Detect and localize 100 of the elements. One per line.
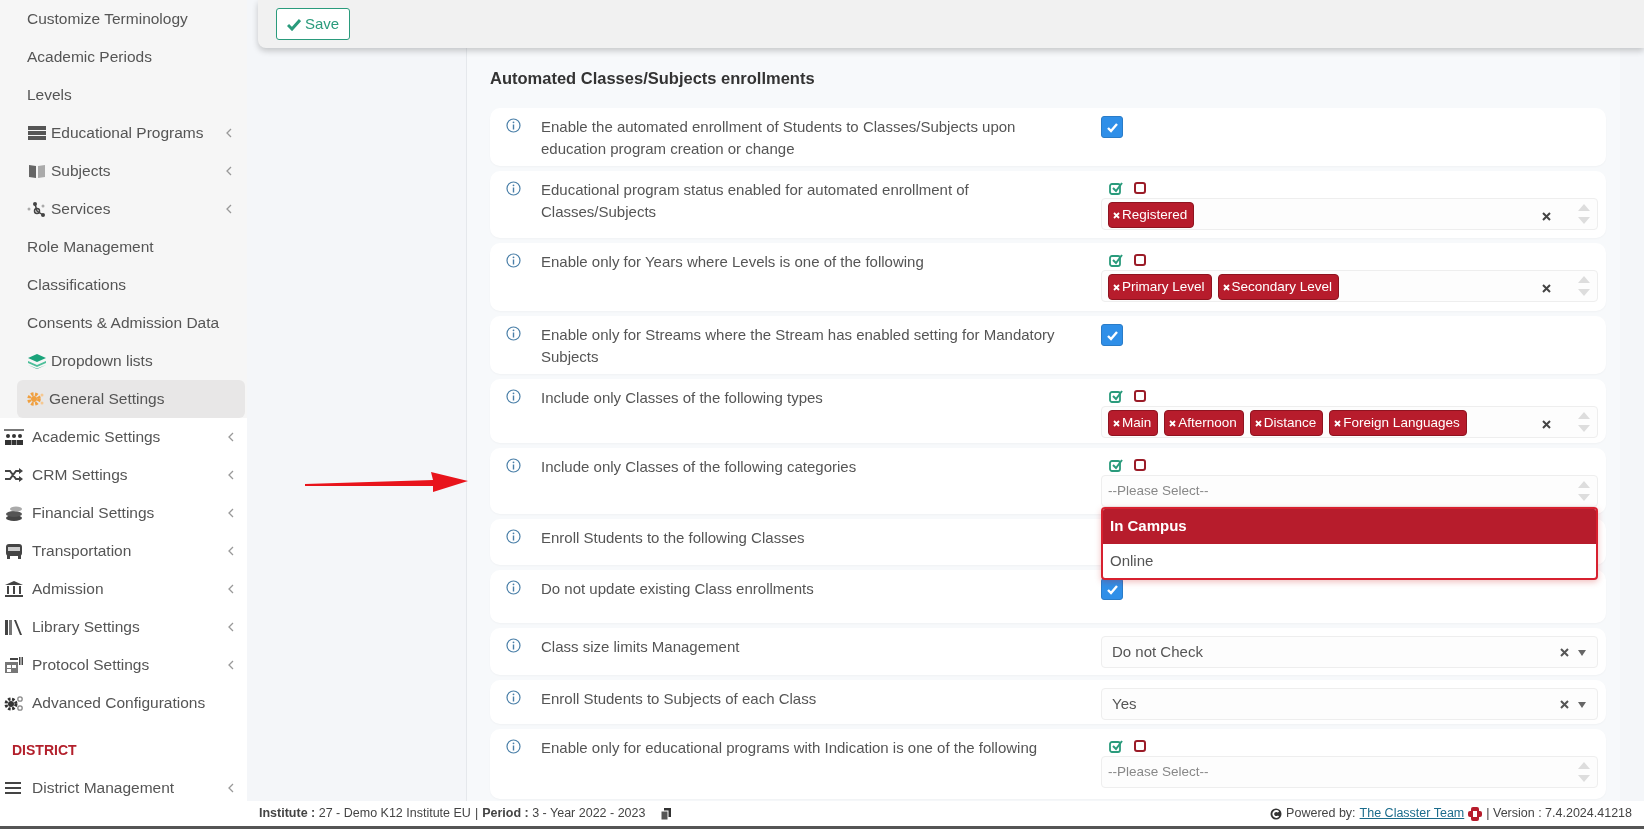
sidebar-item[interactable]: Admission [0,570,247,608]
tag[interactable]: Main [1108,410,1159,437]
info-icon[interactable] [506,253,521,268]
calendar-icon [4,657,24,673]
sidebar-item[interactable]: CRM Settings [0,456,247,494]
info-icon[interactable] [506,580,521,595]
tag[interactable]: Distance [1249,410,1324,437]
deselect-all-icon[interactable] [1133,458,1147,472]
institute-info: Institute : 27 - Demo K12 Institute EU [259,805,471,823]
bank-icon [4,581,24,597]
select-field[interactable]: Yes [1101,688,1598,720]
info-icon[interactable] [506,389,521,404]
info-icon[interactable] [506,739,521,754]
caret-icon[interactable] [1577,699,1587,709]
checkbox[interactable] [1101,116,1123,138]
multi-select-field[interactable]: --Please Select-- [1101,475,1598,507]
sidebar-item[interactable]: Services [0,190,245,228]
remove-icon[interactable] [1334,419,1342,427]
sidebar-item[interactable]: Educational Programs [0,114,245,152]
select-field[interactable]: Do not Check [1101,636,1598,668]
setting-label: Enroll Students to Subjects of each Class [541,689,817,709]
clear-icon[interactable] [1542,420,1551,429]
sidebar-item[interactable]: Levels [0,76,245,114]
sidebar-item[interactable]: District Management [0,769,247,807]
team-link[interactable]: The Classter Team [1359,804,1465,823]
coins-icon [4,505,24,521]
remove-icon[interactable] [1113,283,1120,291]
people-icon [4,429,24,445]
deselect-all-icon[interactable] [1133,739,1147,753]
select-all-icon[interactable] [1109,389,1123,403]
tag[interactable]: Primary Level [1108,274,1212,301]
info-icon[interactable] [506,638,521,653]
tag[interactable]: Afternoon [1164,410,1244,437]
sidebar-item[interactable]: General Settings [17,380,245,418]
sidebar-item[interactable]: Subjects [0,152,245,190]
clear-icon[interactable] [1560,647,1569,657]
sidebar-item[interactable]: Dropdown lists [0,342,245,380]
sidebar-item[interactable]: Academic Settings [0,418,247,456]
copyright-icon [1270,807,1283,820]
remove-icon[interactable] [1169,419,1177,427]
setting-label: Enable only for Years where Levels is one of the following [541,252,924,272]
info-icon[interactable] [506,181,521,196]
dropdown-option[interactable]: Online [1103,543,1596,578]
tag[interactable]: Foreign Languages [1329,410,1467,437]
multi-select-field[interactable]: Main Afternoon Distance Foreign Languages [1101,406,1598,438]
server-icon [27,125,47,141]
caret-icon[interactable] [1577,647,1587,657]
select-all-icon[interactable] [1109,253,1123,267]
remove-icon[interactable] [1113,211,1120,219]
remove-icon[interactable] [1222,283,1230,291]
deselect-all-icon[interactable] [1133,253,1147,267]
logo-icon [1468,806,1483,821]
multi-select-field[interactable]: Primary Level Secondary Level [1101,270,1598,302]
dropdown-option[interactable]: In Campus [1103,509,1596,544]
select-all-icon[interactable] [1109,458,1123,472]
deselect-all-icon[interactable] [1133,389,1147,403]
powered-by-text: Powered by: [1286,805,1356,823]
setting-label: Enable only for educational programs with Indication is one of the following [541,738,1038,758]
sidebar-item[interactable]: Protocol Settings [0,646,247,684]
clear-icon[interactable] [1542,284,1551,293]
sidebar-item[interactable]: Academic Periods [0,38,245,76]
sidebar-item[interactable]: Library Settings [0,608,247,646]
sidebar-item[interactable]: Customize Terminology [0,0,245,38]
info-icon[interactable] [506,326,521,341]
menu-icon [4,780,24,796]
clear-icon[interactable] [1560,699,1569,709]
info-icon[interactable] [506,118,521,133]
info-icon[interactable] [506,458,521,473]
checkbox[interactable] [1101,578,1123,600]
layers-icon [27,353,47,369]
check-icon [1105,583,1119,595]
check-icon [287,17,301,31]
multi-select-field[interactable]: Registered [1101,198,1598,230]
select-all-icon[interactable] [1109,739,1123,753]
save-button[interactable]: Save [276,7,351,41]
sidebar-item[interactable]: Consents & Admission Data [0,304,245,342]
setting-label: Do not update existing Class enrollments [541,579,814,599]
network-icon [27,201,47,217]
setting-label: Educational program status enabled for automated enrollment of Classes/Subjects [541,180,970,222]
sidebar-item[interactable]: Advanced Configurations [0,684,247,722]
info-icon[interactable] [506,690,521,705]
info-icon[interactable] [506,529,521,544]
tag[interactable]: Registered [1108,202,1195,229]
sidebar-item[interactable]: Classifications [0,266,245,304]
setting-label: Enable only for Streams where the Stream has enabled setting for Mandatory Subjects [541,325,1056,367]
checkbox[interactable] [1101,324,1123,346]
remove-icon[interactable] [1113,419,1120,427]
book-icon [27,163,47,179]
tag[interactable]: Secondary Level [1217,274,1340,301]
deselect-all-icon[interactable] [1133,181,1147,195]
select-all-icon[interactable] [1109,181,1123,195]
remove-icon[interactable] [1254,419,1262,427]
multi-select-field[interactable]: --Please Select-- [1101,756,1598,788]
clear-icon[interactable] [1542,212,1551,221]
sidebar-item[interactable]: Financial Settings [0,494,247,532]
version-text: | Version : 7.4.2024.41218 [1486,805,1632,823]
check-icon [1105,121,1119,133]
sidebar-item[interactable]: Role Management [0,228,245,266]
copy-icon[interactable] [661,807,673,820]
sidebar-item[interactable]: Transportation [0,532,247,570]
